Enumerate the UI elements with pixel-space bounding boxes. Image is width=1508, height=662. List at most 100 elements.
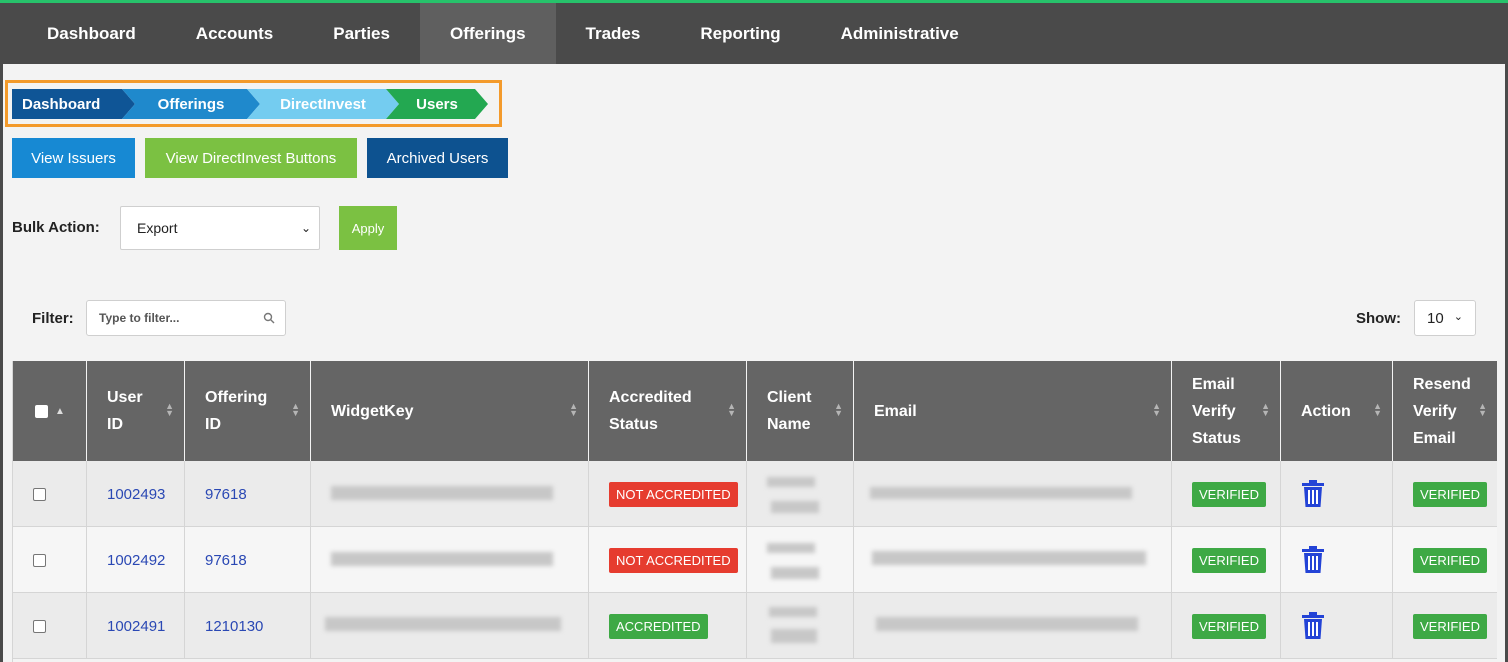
- header-email-verify-status[interactable]: Email Verify Status ▲ ▼: [1172, 361, 1281, 461]
- status-badge: ACCREDITED: [609, 613, 708, 639]
- status-badge: VERIFIED: [1192, 481, 1266, 507]
- sort-icon: ▲ ▼: [569, 401, 578, 418]
- apply-button[interactable]: Apply: [339, 206, 397, 250]
- select-all-checkbox[interactable]: [35, 404, 48, 418]
- status-badge: NOT ACCREDITED: [609, 481, 738, 507]
- redacted-email: [870, 487, 1132, 499]
- table-row: 1002492 97618 NOT ACCREDITED VERIFIED VE…: [13, 527, 1497, 593]
- row-checkbox[interactable]: [33, 619, 46, 633]
- redacted-client-name: [771, 501, 819, 513]
- nav-dashboard[interactable]: Dashboard: [3, 3, 166, 64]
- resend-verify-cell: VERIFIED: [1393, 461, 1497, 527]
- bulk-action-label: Bulk Action:: [12, 219, 100, 236]
- status-badge: VERIFIED: [1413, 547, 1487, 573]
- trash-icon[interactable]: [1301, 480, 1325, 508]
- show-label: Show:: [1356, 310, 1401, 327]
- offering-id-link[interactable]: 97618: [185, 527, 311, 593]
- nav-accounts[interactable]: Accounts: [166, 3, 303, 64]
- filter-placeholder: Type to filter...: [99, 311, 180, 325]
- show-value: 10: [1427, 309, 1444, 327]
- redacted-email: [876, 617, 1138, 631]
- accredited-status-cell: NOT ACCREDITED: [589, 461, 747, 527]
- row-checkbox[interactable]: [33, 553, 46, 567]
- redacted-client-name: [767, 477, 815, 487]
- offering-id-link[interactable]: 1210130: [185, 593, 311, 659]
- email-cell: [854, 593, 1172, 659]
- row-select-cell: [13, 527, 87, 593]
- breadcrumb-users[interactable]: Users: [386, 89, 488, 119]
- table-row: 1002491 1210130 ACCREDITED VERIFIED VERI…: [13, 593, 1497, 659]
- email-cell: [854, 527, 1172, 593]
- table-row: 1002493 97618 NOT ACCREDITED VERIFIED VE…: [13, 461, 1497, 527]
- header-accredited-status[interactable]: Accredited Status ▲ ▼: [589, 361, 747, 461]
- archived-users-button[interactable]: Archived Users: [367, 138, 508, 178]
- client-name-cell: [747, 593, 854, 659]
- header-email-verify-status-label: Email Verify Status: [1192, 375, 1241, 447]
- header-widgetkey-label: WidgetKey: [331, 402, 414, 420]
- nav-offerings[interactable]: Offerings: [419, 3, 556, 64]
- filter-input[interactable]: Type to filter...: [86, 300, 286, 336]
- view-issuers-button[interactable]: View Issuers: [12, 138, 135, 178]
- trash-icon[interactable]: [1301, 546, 1325, 574]
- header-user-id[interactable]: User ID ▲ ▼: [87, 361, 185, 461]
- bulk-action-select[interactable]: Export ⌄: [120, 206, 320, 250]
- row-select-cell: [13, 461, 87, 527]
- redacted-client-name: [767, 543, 815, 553]
- header-resend-verify-email[interactable]: Resend Verify Email ▲ ▼: [1393, 361, 1497, 461]
- row-select-cell: [13, 593, 87, 659]
- nav-parties[interactable]: Parties: [303, 3, 420, 64]
- header-widgetkey[interactable]: WidgetKey ▲ ▼: [311, 361, 589, 461]
- breadcrumb-dashboard[interactable]: Dashboard: [12, 89, 135, 119]
- status-badge: VERIFIED: [1413, 481, 1487, 507]
- sort-up-icon[interactable]: ▲: [55, 398, 65, 425]
- nav-administrative[interactable]: Administrative: [811, 3, 989, 64]
- status-badge: VERIFIED: [1192, 547, 1266, 573]
- view-directinvest-buttons-button[interactable]: View DirectInvest Buttons: [145, 138, 357, 178]
- redacted-widgetkey: [331, 552, 553, 566]
- sort-icon: ▲ ▼: [1152, 401, 1161, 418]
- user-id-link[interactable]: 1002493: [87, 461, 185, 527]
- user-id-link[interactable]: 1002491: [87, 593, 185, 659]
- row-checkbox[interactable]: [33, 487, 46, 501]
- header-action-label: Action: [1301, 402, 1351, 420]
- redacted-client-name: [769, 607, 817, 617]
- window-left-edge: [0, 3, 3, 662]
- trash-icon[interactable]: [1301, 612, 1325, 640]
- header-action[interactable]: Action ▲ ▼: [1281, 361, 1393, 461]
- widgetkey-cell: [311, 527, 589, 593]
- show-select[interactable]: 10 ⌄: [1414, 300, 1476, 336]
- nav-trades[interactable]: Trades: [556, 3, 671, 64]
- status-badge: VERIFIED: [1192, 613, 1266, 639]
- header-resend-verify-email-label: Resend Verify Email: [1413, 375, 1471, 447]
- client-name-cell: [747, 461, 854, 527]
- status-badge: NOT ACCREDITED: [609, 547, 738, 573]
- header-accredited-status-label: Accredited Status: [609, 389, 692, 433]
- header-offering-id[interactable]: Offering ID ▲ ▼: [185, 361, 311, 461]
- table-header: ▲ User ID ▲ ▼ Offering ID ▲ ▼ WidgetKey ▲ ▼…: [13, 361, 1497, 461]
- bulk-action-value: Export: [137, 220, 178, 236]
- nav-reporting[interactable]: Reporting: [670, 3, 810, 64]
- redacted-client-name: [771, 629, 817, 643]
- offering-id-link[interactable]: 97618: [185, 461, 311, 527]
- redacted-widgetkey: [331, 486, 553, 500]
- action-cell: [1281, 527, 1393, 593]
- breadcrumb-directinvest[interactable]: DirectInvest: [247, 89, 399, 119]
- header-email[interactable]: Email ▲ ▼: [854, 361, 1172, 461]
- breadcrumb-offerings[interactable]: Offerings: [122, 89, 260, 119]
- sort-icon: ▲ ▼: [834, 401, 843, 418]
- header-client-name[interactable]: Client Name ▲ ▼: [747, 361, 854, 461]
- sort-icon: ▲ ▼: [165, 401, 174, 418]
- filter-label: Filter:: [32, 310, 74, 327]
- sort-icon: ▲ ▼: [727, 401, 736, 418]
- widgetkey-cell: [311, 461, 589, 527]
- email-verify-status-cell: VERIFIED: [1172, 593, 1281, 659]
- user-id-link[interactable]: 1002492: [87, 527, 185, 593]
- email-cell: [854, 461, 1172, 527]
- sort-icon: ▲ ▼: [291, 401, 300, 418]
- client-name-cell: [747, 527, 854, 593]
- redacted-widgetkey: [325, 617, 561, 631]
- chevron-down-icon: ⌄: [300, 221, 311, 235]
- users-table: ▲ User ID ▲ ▼ Offering ID ▲ ▼ WidgetKey ▲ ▼…: [12, 361, 1497, 662]
- email-verify-status-cell: VERIFIED: [1172, 461, 1281, 527]
- status-badge: VERIFIED: [1413, 613, 1487, 639]
